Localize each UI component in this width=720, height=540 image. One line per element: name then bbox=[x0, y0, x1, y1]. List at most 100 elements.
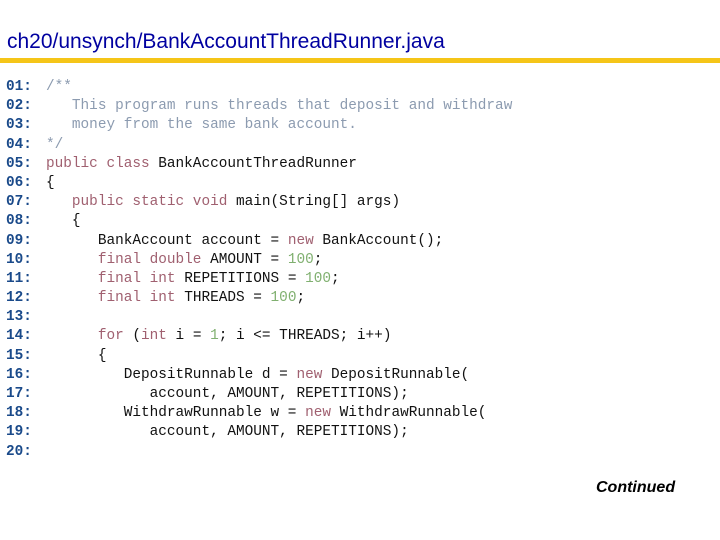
code-token-plain: ; bbox=[331, 270, 340, 287]
code-token-plain: { bbox=[46, 347, 107, 364]
code-line: 09: BankAccount account = new BankAccoun… bbox=[6, 232, 512, 251]
code-token-plain: DepositRunnable( bbox=[331, 366, 470, 383]
code-line: 05: public class BankAccountThreadRunner bbox=[6, 155, 512, 174]
line-number: 09: bbox=[6, 232, 32, 249]
code-line: 20: bbox=[6, 443, 512, 462]
code-text: account, AMOUNT, REPETITIONS); bbox=[46, 423, 409, 442]
code-line: 17: account, AMOUNT, REPETITIONS); bbox=[6, 385, 512, 404]
code-text: for (int i = 1; i <= THREADS; i++) bbox=[46, 327, 392, 346]
line-number: 10: bbox=[6, 251, 32, 268]
code-token-number: 100 bbox=[305, 270, 332, 287]
code-token-keyword: public static void bbox=[46, 194, 236, 211]
code-token-comment: This program runs threads that deposit a… bbox=[46, 98, 513, 115]
code-line: 14: for (int i = 1; i <= THREADS; i++) bbox=[6, 327, 512, 346]
code-token-number: 1 bbox=[210, 328, 219, 345]
code-text: /** bbox=[46, 78, 72, 97]
file-path-title: ch20/unsynch/BankAccountThreadRunner.jav… bbox=[7, 30, 445, 53]
code-line: 06: { bbox=[6, 174, 512, 193]
code-line: 19: account, AMOUNT, REPETITIONS); bbox=[6, 423, 512, 442]
code-text: final int REPETITIONS = 100; bbox=[46, 270, 340, 289]
code-token-keyword: new bbox=[296, 366, 331, 383]
code-line: 07: public static void main(String[] arg… bbox=[6, 193, 512, 212]
code-token-plain: account, AMOUNT, REPETITIONS); bbox=[46, 386, 409, 402]
line-number: 07: bbox=[6, 194, 32, 211]
code-line: 01: /** bbox=[6, 78, 512, 97]
code-token-plain: ; bbox=[313, 251, 323, 268]
code-token-keyword: new bbox=[305, 405, 340, 422]
code-token-plain: ; bbox=[296, 290, 306, 307]
code-line: 15: { bbox=[6, 347, 512, 366]
line-number: 19: bbox=[6, 424, 32, 441]
code-text: final double AMOUNT = 100; bbox=[46, 251, 323, 270]
code-line: 16: DepositRunnable d = new DepositRunna… bbox=[6, 366, 512, 385]
line-number: 02: bbox=[6, 98, 32, 115]
line-number: 14: bbox=[6, 328, 32, 345]
line-number: 13: bbox=[6, 309, 32, 326]
code-text: BankAccount account = new BankAccount(); bbox=[46, 232, 443, 251]
code-listing: 01: /** 02: This program runs threads that… bbox=[6, 78, 512, 462]
line-number: 20: bbox=[6, 443, 32, 460]
code-token-comment: */ bbox=[46, 136, 64, 153]
code-token-comment: /** bbox=[46, 79, 72, 95]
line-number: 01: bbox=[6, 79, 32, 95]
code-text: { bbox=[46, 174, 55, 193]
code-line: 04: */ bbox=[6, 136, 512, 155]
code-line: 11: final int REPETITIONS = 100; bbox=[6, 270, 512, 289]
code-token-plain: { bbox=[46, 213, 81, 230]
code-token-plain: BankAccount(); bbox=[322, 232, 444, 249]
code-text: */ bbox=[46, 136, 63, 155]
line-number: 16: bbox=[6, 366, 32, 383]
line-number: 11: bbox=[6, 270, 32, 287]
code-token-keyword: final int bbox=[46, 270, 185, 287]
code-line: 18: WithdrawRunnable w = new WithdrawRun… bbox=[6, 404, 512, 423]
code-text: DepositRunnable d = new DepositRunnable( bbox=[46, 366, 469, 385]
code-text: WithdrawRunnable w = new WithdrawRunnabl… bbox=[46, 404, 487, 423]
code-text: money from the same bank account. bbox=[46, 116, 357, 135]
code-token-keyword: final double bbox=[46, 251, 211, 268]
line-number: 04: bbox=[6, 136, 32, 153]
code-token-number: 100 bbox=[270, 290, 297, 307]
code-token-plain: WithdrawRunnable( bbox=[339, 405, 487, 422]
line-number: 18: bbox=[6, 405, 32, 422]
code-text: account, AMOUNT, REPETITIONS); bbox=[46, 385, 409, 404]
code-token-plain: ( bbox=[132, 328, 141, 345]
code-token-keyword: public class bbox=[46, 155, 159, 172]
code-line: 12: final int THREADS = 100; bbox=[6, 289, 512, 308]
code-token-plain: AMOUNT = bbox=[210, 251, 288, 268]
code-token-plain: account, AMOUNT, REPETITIONS); bbox=[46, 424, 409, 441]
code-text: public static void main(String[] args) bbox=[46, 193, 400, 212]
code-token-plain: DepositRunnable d = bbox=[46, 366, 297, 383]
line-number: 15: bbox=[6, 347, 32, 364]
code-line: 03: money from the same bank account. bbox=[6, 116, 512, 135]
code-token-plain: i = bbox=[175, 328, 211, 345]
line-number: 06: bbox=[6, 174, 32, 191]
code-token-plain: REPETITIONS = bbox=[184, 270, 306, 287]
code-token-plain: main(String[] args) bbox=[236, 194, 401, 211]
code-line: 08: { bbox=[6, 212, 512, 231]
line-number: 03: bbox=[6, 117, 32, 134]
code-token-plain: WithdrawRunnable w = bbox=[46, 405, 306, 422]
code-text: This program runs threads that deposit a… bbox=[46, 97, 512, 116]
code-line: 13: bbox=[6, 308, 512, 327]
code-token-plain: BankAccount account = bbox=[46, 232, 288, 249]
code-token-keyword: int bbox=[141, 328, 176, 345]
title-underline-divider bbox=[0, 58, 720, 63]
code-token-number: 100 bbox=[287, 251, 314, 268]
code-token-keyword: for bbox=[46, 328, 133, 345]
code-text: public class BankAccountThreadRunner bbox=[46, 155, 357, 174]
code-line: 02: This program runs threads that depos… bbox=[6, 97, 512, 116]
code-text: { bbox=[46, 212, 81, 231]
code-text: final int THREADS = 100; bbox=[46, 289, 305, 308]
code-token-plain: { bbox=[46, 174, 55, 191]
line-number: 17: bbox=[6, 386, 32, 402]
continued-label: Continued bbox=[596, 479, 676, 496]
code-text: { bbox=[46, 347, 107, 366]
code-token-comment: money from the same bank account. bbox=[46, 117, 357, 134]
line-number: 05: bbox=[6, 155, 32, 172]
code-line: 10: final double AMOUNT = 100; bbox=[6, 251, 512, 270]
code-token-plain: ; i <= THREADS; i++) bbox=[218, 328, 392, 345]
line-number: 12: bbox=[6, 290, 32, 307]
code-token-keyword: final int bbox=[46, 290, 185, 307]
code-token-keyword: new bbox=[287, 232, 323, 249]
code-token-plain: BankAccountThreadRunner bbox=[158, 155, 357, 172]
